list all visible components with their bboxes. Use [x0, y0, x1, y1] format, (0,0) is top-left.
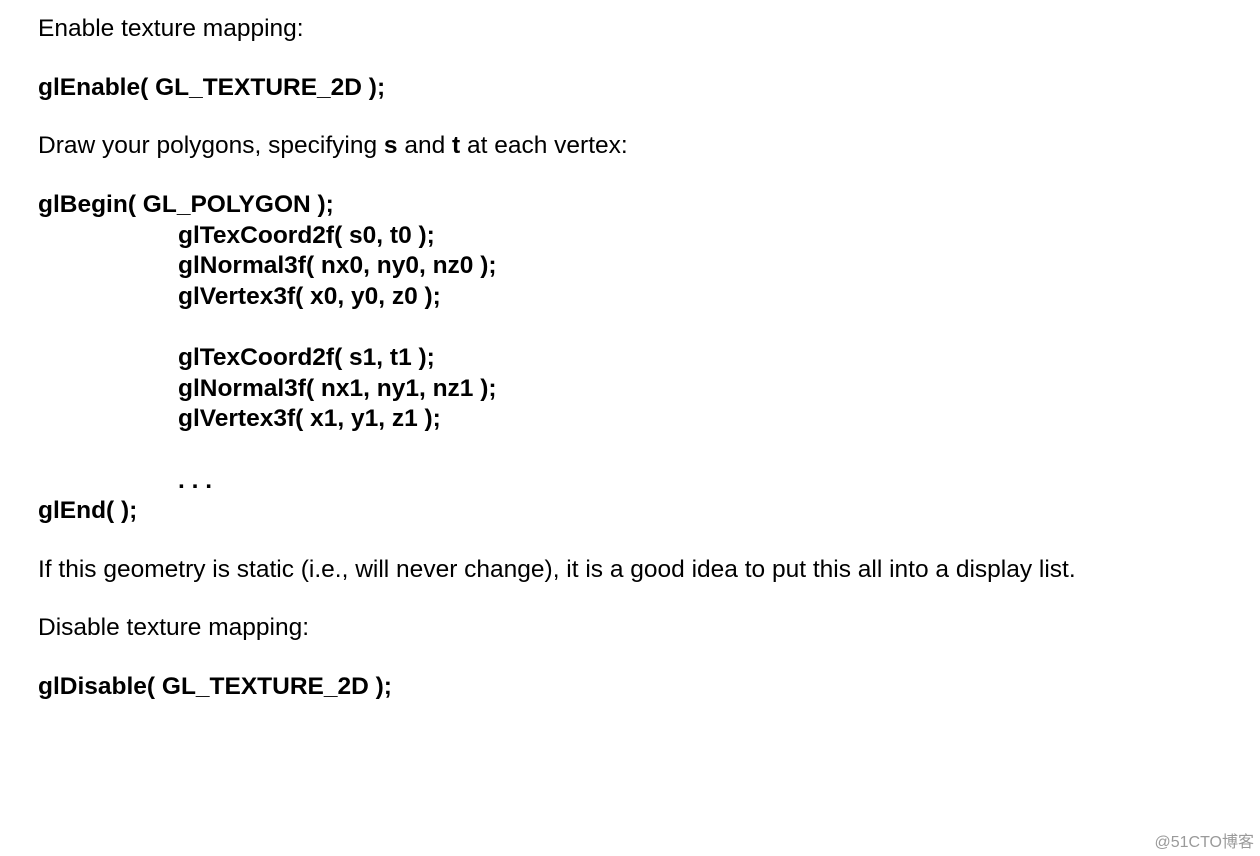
var-s: s — [384, 132, 398, 159]
code-gldisable: glDisable( GL_TEXTURE_2D ); — [38, 672, 1222, 703]
code-glbegin: glBegin( GL_POLYGON ); — [38, 191, 334, 218]
code-gltexcoord0: glTexCoord2f( s0, t0 ); — [38, 221, 1222, 252]
code-glenable: glEnable( GL_TEXTURE_2D ); — [38, 73, 1222, 104]
text-fragment: at each vertex: — [460, 132, 628, 159]
code-block-polygon: glBegin( GL_POLYGON ); glTexCoord2f( s0,… — [38, 190, 1222, 527]
text-fragment: and — [398, 132, 453, 159]
watermark: @51CTO博客 — [1154, 828, 1254, 852]
code-gltexcoord1: glTexCoord2f( s1, t1 ); — [38, 343, 1222, 374]
code-ellipsis: . . . — [38, 466, 1222, 497]
var-t: t — [452, 132, 460, 159]
document-page: Enable texture mapping: glEnable( GL_TEX… — [0, 0, 1260, 703]
code-glvertex0: glVertex3f( x0, y0, z0 ); — [38, 282, 1222, 313]
code-glend: glEnd( ); — [38, 497, 137, 524]
code-glnormal0: glNormal3f( nx0, ny0, nz0 ); — [38, 251, 1222, 282]
paragraph-disable-texture: Disable texture mapping: — [38, 613, 1222, 644]
code-glvertex1: glVertex3f( x1, y1, z1 ); — [38, 404, 1222, 435]
code-glnormal1: glNormal3f( nx1, ny1, nz1 ); — [38, 374, 1222, 405]
text-fragment: Draw your polygons, specifying — [38, 132, 384, 159]
paragraph-draw-polygons: Draw your polygons, specifying s and t a… — [38, 131, 1222, 162]
paragraph-enable-texture: Enable texture mapping: — [38, 14, 1222, 45]
paragraph-static-geometry: If this geometry is static (i.e., will n… — [38, 555, 1222, 586]
